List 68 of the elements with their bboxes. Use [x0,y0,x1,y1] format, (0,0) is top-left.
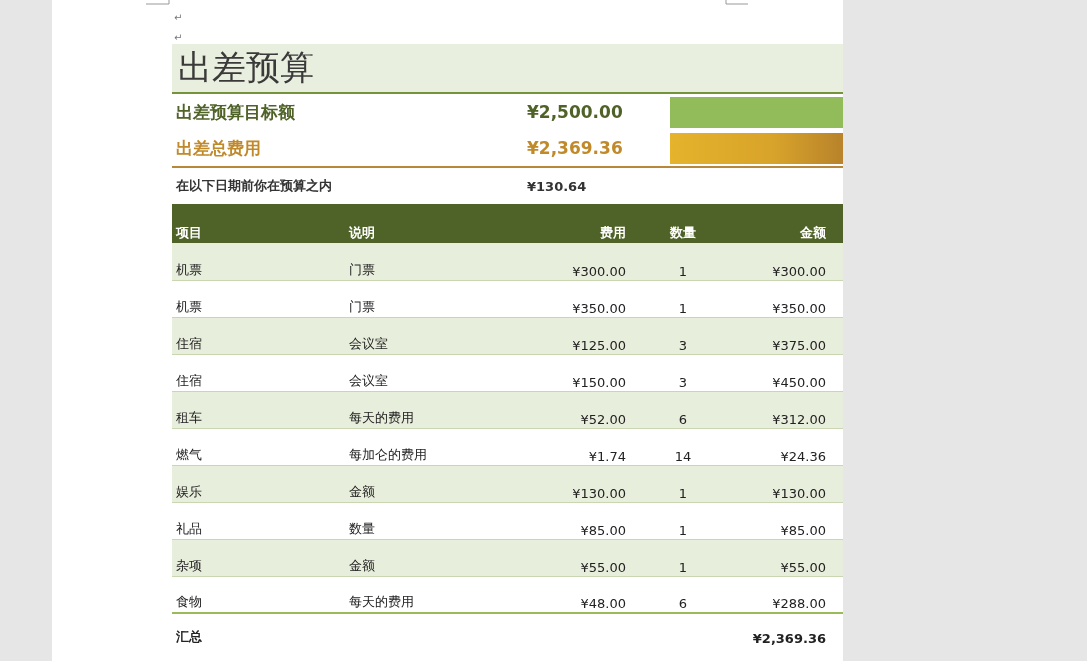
quantity-cell: 3 [630,354,736,391]
quantity-cell: 1 [630,502,736,539]
quantity-cell: 1 [630,280,736,317]
item-cell: 机票 [172,280,345,317]
amount-cell: ¥55.00 [736,539,830,576]
item-cell: 机票 [172,243,345,280]
total-label: 汇总 [172,613,345,647]
description-cell: 每天的费用 [345,391,530,428]
quantity-cell: 14 [630,428,736,465]
paragraph-mark: ↵ [174,11,184,25]
cost-cell: ¥55.00 [530,539,630,576]
column-header: 说明 [345,204,530,243]
total-value: ¥2,369.36 [736,613,830,647]
description-cell: 门票 [345,243,530,280]
item-cell: 燃气 [172,428,345,465]
amount-cell: ¥300.00 [736,243,830,280]
quantity-cell: 3 [630,317,736,354]
item-cell: 住宿 [172,354,345,391]
item-cell: 杂项 [172,539,345,576]
column-header: 数量 [630,204,736,243]
quantity-cell: 6 [630,576,736,613]
description-cell: 金额 [345,465,530,502]
cost-cell: ¥1.74 [530,428,630,465]
cost-cell: ¥150.00 [530,354,630,391]
amount-cell: ¥130.00 [736,465,830,502]
quantity-cell: 1 [630,243,736,280]
page-corner-mark-icon [725,0,749,5]
description-cell: 门票 [345,280,530,317]
page-corner-mark-icon [146,0,170,5]
summary-label: 在以下日期前你在预算之内 [175,177,333,195]
document-title: 出差预算 [178,46,314,89]
amount-cell: ¥450.00 [736,354,830,391]
item-cell: 住宿 [172,317,345,354]
summary-value: ¥2,500.00 [527,102,624,122]
cost-cell: ¥85.00 [530,502,630,539]
amount-cell: ¥350.00 [736,280,830,317]
amount-cell: ¥375.00 [736,317,830,354]
description-cell: 金额 [345,539,530,576]
item-cell: 礼品 [172,502,345,539]
quantity-cell: 1 [630,539,736,576]
quantity-cell: 6 [630,391,736,428]
description-cell: 每加仑的费用 [345,428,530,465]
amount-cell: ¥85.00 [736,502,830,539]
paragraph-mark: ↵ [174,31,184,45]
amount-cell: ¥24.36 [736,428,830,465]
summary-value: ¥2,369.36 [527,138,624,158]
column-header: 金额 [736,204,830,243]
description-cell: 会议室 [345,317,530,354]
description-cell: 会议室 [345,354,530,391]
item-cell: 食物 [172,576,345,613]
quantity-cell: 1 [630,465,736,502]
cost-cell: ¥48.00 [530,576,630,613]
item-cell: 租车 [172,391,345,428]
cost-cell: ¥130.00 [530,465,630,502]
amount-cell: ¥288.00 [736,576,830,613]
column-header: 费用 [530,204,630,243]
cost-cell: ¥350.00 [530,280,630,317]
summary-label: 出差总费用 [175,136,262,160]
summary-value: ¥130.64 [527,178,588,194]
description-cell: 每天的费用 [345,576,530,613]
cost-cell: ¥125.00 [530,317,630,354]
description-cell: 数量 [345,502,530,539]
summary-label: 出差预算目标额 [175,100,296,124]
cost-cell: ¥52.00 [530,391,630,428]
column-header: 项目 [172,204,345,243]
item-cell: 娱乐 [172,465,345,502]
amount-cell: ¥312.00 [736,391,830,428]
cost-cell: ¥300.00 [530,243,630,280]
